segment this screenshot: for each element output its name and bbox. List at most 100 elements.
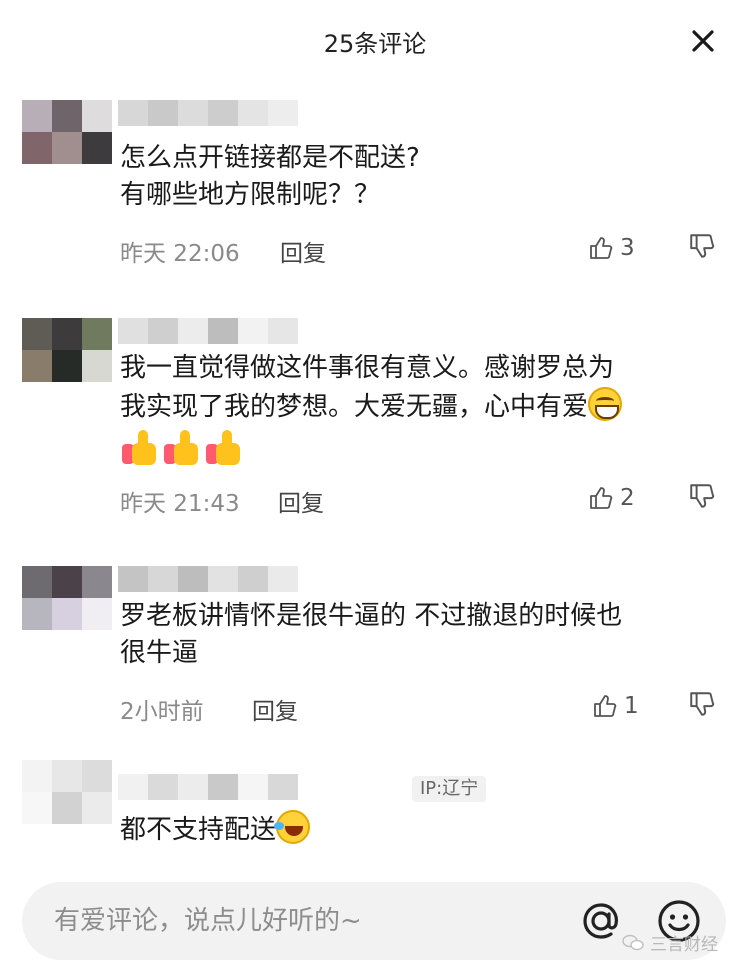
thumbs-up-icon [594, 695, 617, 717]
mosaic-tile [52, 100, 82, 132]
close-button[interactable] [686, 24, 720, 58]
comment-meta: 2小时前 回复 1 [120, 690, 720, 726]
comment-text: 都不支持配送 [120, 810, 720, 849]
mosaic-tile [52, 132, 82, 164]
mosaic-tile [268, 774, 298, 800]
avatar-mosaic [22, 318, 112, 382]
thumbs-down-icon [690, 234, 715, 258]
wechat-icon [622, 934, 644, 950]
mosaic-tile [52, 318, 82, 350]
dislike-button[interactable] [688, 482, 718, 512]
grin-emoji-icon [588, 387, 623, 421]
username-blurred[interactable] [118, 100, 378, 126]
like-count: 1 [624, 693, 639, 719]
mosaic-tile [82, 760, 112, 792]
mention-button[interactable] [578, 898, 624, 944]
avatar[interactable] [22, 318, 112, 382]
thumbs-down-icon [690, 484, 715, 508]
reply-button[interactable]: 回复 [280, 234, 326, 268]
avatar-mosaic [22, 100, 112, 164]
close-icon [692, 30, 714, 52]
comment-line: 很牛逼 [120, 638, 199, 668]
comment-line: 都不支持配送 [120, 815, 277, 845]
comment-line: 怎么点开链接都是不配送? [120, 143, 420, 173]
mosaic-tile [22, 598, 52, 630]
mosaic-tile [178, 318, 208, 344]
mosaic-tile [118, 566, 148, 592]
like-button[interactable]: 2 [588, 482, 635, 514]
avatar[interactable] [22, 100, 112, 164]
mosaic-tile [82, 318, 112, 350]
like-button[interactable]: 3 [588, 232, 635, 264]
username-blurred[interactable] [118, 566, 378, 592]
comment-line: 我实现了我的梦想。大爱无疆，心中有爱 [120, 392, 589, 422]
comment-item: 怎么点开链接都是不配送? 有哪些地方限制呢？？ 昨天 22:06 回复 3 [0, 100, 750, 270]
comments-header: 25条评论 [0, 0, 750, 82]
comment-time: 昨天 21:43 [120, 491, 240, 517]
mosaic-tile [178, 566, 208, 592]
mosaic-tile [22, 566, 52, 598]
username-mosaic [118, 566, 378, 592]
mosaic-tile [238, 774, 268, 800]
mosaic-tile [178, 100, 208, 126]
username-blurred[interactable] [118, 318, 378, 344]
avatar[interactable] [22, 760, 112, 824]
laugh-crying-emoji-icon [274, 810, 311, 844]
comment-text: 我一直觉得做这件事很有意义。感谢罗总为 我实现了我的梦想。大爱无疆，心中有爱 [120, 350, 720, 471]
mosaic-tile [22, 100, 52, 132]
comment-text: 怎么点开链接都是不配送? 有哪些地方限制呢？？ [120, 140, 720, 214]
mosaic-tile [148, 566, 178, 592]
reply-button[interactable]: 回复 [278, 484, 324, 518]
comment-line: 有哪些地方限制呢？？ [120, 180, 381, 210]
mosaic-tile [82, 350, 112, 382]
thumbs-up-emoji-icon [162, 428, 202, 468]
comments-count-title: 25条评论 [323, 30, 427, 58]
mosaic-tile [208, 566, 238, 592]
comment-line: 我一直觉得做这件事很有意义。感谢罗总为 [120, 353, 615, 383]
like-button[interactable]: 1 [592, 690, 639, 722]
comment-meta: 昨天 22:06 回复 3 [120, 232, 720, 268]
mosaic-tile [118, 774, 148, 800]
username-mosaic [118, 774, 378, 800]
mosaic-tile [208, 100, 238, 126]
mosaic-tile [52, 760, 82, 792]
reply-button[interactable]: 回复 [252, 692, 298, 726]
dislike-button[interactable] [688, 232, 718, 262]
at-icon [583, 903, 618, 939]
mosaic-tile [118, 100, 148, 126]
mosaic-tile [238, 100, 268, 126]
comment-input[interactable] [54, 900, 534, 942]
mosaic-tile [22, 132, 52, 164]
thumbs-up-icon [590, 237, 613, 259]
watermark: 三言财经 [622, 930, 718, 955]
mosaic-tile [268, 318, 298, 344]
username-mosaic [118, 100, 378, 126]
dislike-button[interactable] [688, 690, 718, 720]
avatar-mosaic [22, 566, 112, 630]
mosaic-tile [52, 566, 82, 598]
mosaic-tile [208, 318, 238, 344]
username-blurred[interactable] [118, 774, 378, 800]
mosaic-tile [22, 318, 52, 350]
mosaic-tile [52, 598, 82, 630]
mosaic-tile [82, 566, 112, 598]
mosaic-tile [82, 792, 112, 824]
avatar-mosaic [22, 760, 112, 824]
thumbs-up-emoji-icon [204, 428, 244, 468]
avatar[interactable] [22, 566, 112, 630]
mosaic-tile [208, 774, 238, 800]
mosaic-tile [148, 100, 178, 126]
thumbs-down-icon [690, 692, 715, 716]
mosaic-tile [82, 100, 112, 132]
mosaic-tile [82, 598, 112, 630]
comment-input-bar [22, 882, 726, 960]
ip-location-badge: IP:辽宁 [412, 776, 487, 802]
mosaic-tile [82, 132, 112, 164]
comment-line-with-emoji: 都不支持配送 [120, 810, 720, 849]
comment-line: 罗老板讲情怀是很牛逼的 不过撤退的时候也 [120, 601, 623, 631]
mosaic-tile [52, 792, 82, 824]
mosaic-tile [268, 566, 298, 592]
username-mosaic [118, 318, 378, 344]
comment-time: 昨天 22:06 [120, 241, 240, 267]
mosaic-tile [22, 760, 52, 792]
